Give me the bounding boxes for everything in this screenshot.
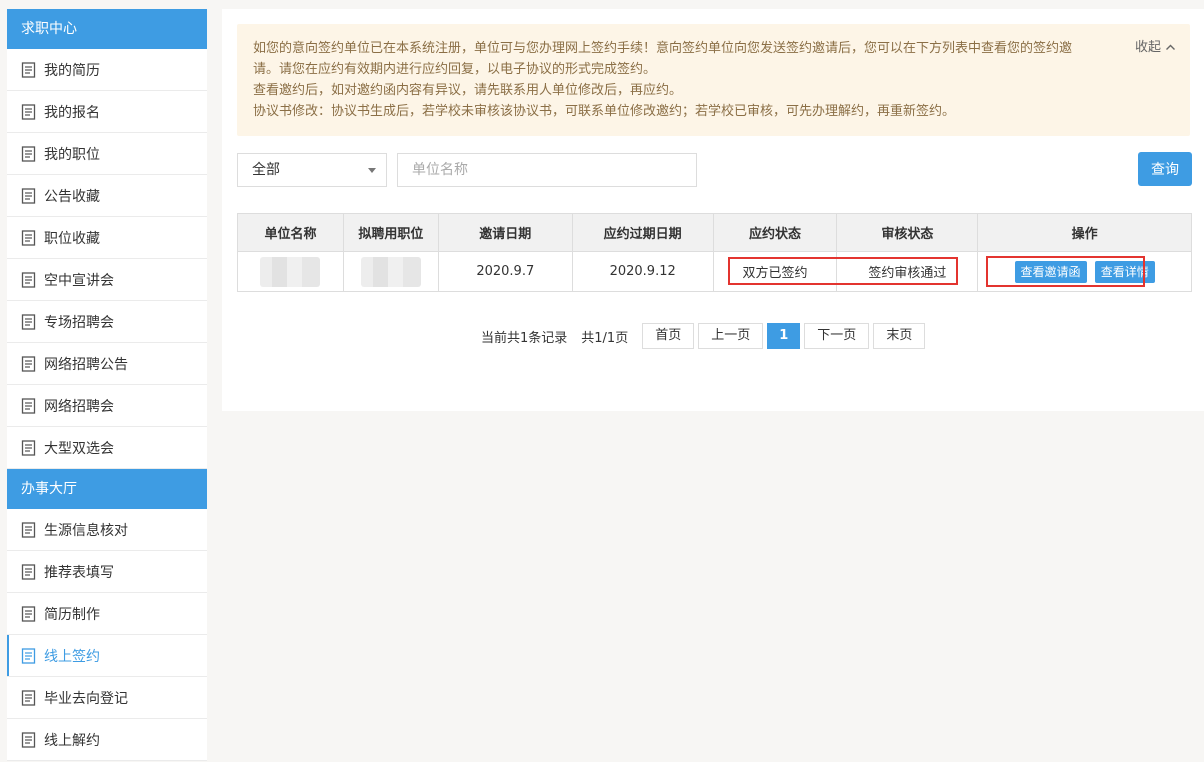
col-header-position: 拟聘用职位	[342, 213, 439, 252]
cell-actions: 查看邀请函 查看详情	[977, 251, 1192, 292]
document-icon	[21, 689, 36, 706]
document-icon	[21, 229, 36, 246]
col-header-company: 单位名称	[237, 213, 344, 252]
sidebar-item-section2-1[interactable]: 推荐表填写	[7, 551, 207, 593]
chevron-up-icon	[1166, 44, 1175, 50]
cell-reply-status: 双方已签约	[712, 251, 838, 292]
document-icon	[21, 397, 36, 414]
prev-page-button[interactable]: 上一页	[698, 323, 764, 349]
company-name-input[interactable]	[397, 153, 697, 187]
view-invitation-button[interactable]: 查看邀请函	[1014, 260, 1087, 283]
collapse-label: 收起	[1134, 40, 1161, 55]
sidebar-item-label: 我的简历	[44, 62, 100, 79]
cell-audit-status: 签约审核通过	[836, 251, 979, 292]
sidebar-item-section1-4[interactable]: 职位收藏	[7, 217, 207, 259]
sidebar-item-section1-9[interactable]: 大型双选会	[7, 427, 207, 469]
sidebar-item-section1-8[interactable]: 网络招聘会	[7, 385, 207, 427]
sidebar-item-label: 网络招聘公告	[44, 356, 128, 373]
sidebar-item-section1-3[interactable]: 公告收藏	[7, 175, 207, 217]
sidebar-item-section1-0[interactable]: 我的简历	[7, 49, 207, 91]
cell-expire-date: 2020.9.12	[571, 251, 714, 292]
col-header-actions: 操作	[977, 213, 1192, 252]
sidebar-item-label: 简历制作	[44, 606, 100, 623]
view-details-button[interactable]: 查看详情	[1094, 260, 1155, 283]
notice-line-1: 如您的意向签约单位已在本系统注册，单位可与您办理网上签约手续！意向签约单位向您发…	[253, 41, 1073, 77]
cell-company	[237, 251, 344, 292]
section-header-job-center[interactable]: 求职中心	[7, 9, 207, 49]
table-row: 2020.9.7 2020.9.12 双方已签约 签约审核通过 查看邀请函 查看…	[237, 251, 1192, 292]
sidebar-item-label: 网络招聘会	[44, 398, 114, 415]
next-page-button[interactable]: 下一页	[804, 323, 870, 349]
sidebar-item-label: 大型双选会	[44, 440, 114, 457]
sidebar-item-section2-3[interactable]: 线上签约	[7, 635, 207, 677]
col-header-expire-date: 应约过期日期	[571, 213, 714, 252]
status-select[interactable]: 全部	[237, 153, 387, 187]
cell-invite-date: 2020.9.7	[437, 251, 573, 292]
sidebar-item-label: 空中宣讲会	[44, 272, 114, 289]
notice-box: 如您的意向签约单位已在本系统注册，单位可与您办理网上签约手续！意向签约单位向您发…	[237, 24, 1190, 136]
sidebar-item-label: 我的报名	[44, 104, 100, 121]
col-header-audit-status: 审核状态	[836, 213, 979, 252]
sidebar-item-section2-0[interactable]: 生源信息核对	[7, 509, 207, 551]
section-header-service-hall[interactable]: 办事大厅	[7, 469, 207, 509]
first-page-button[interactable]: 首页	[642, 323, 695, 349]
sidebar-item-section2-4[interactable]: 毕业去向登记	[7, 677, 207, 719]
table-header-row: 单位名称 拟聘用职位 邀请日期 应约过期日期 应约状态 审核状态 操作	[237, 213, 1192, 252]
blurred-company-name	[260, 256, 321, 287]
sidebar-item-section1-5[interactable]: 空中宣讲会	[7, 259, 207, 301]
current-page-button[interactable]: 1	[767, 323, 801, 349]
page-count-text: 共1/1页	[581, 330, 629, 346]
sidebar-item-label: 专场招聘会	[44, 314, 114, 331]
cell-position	[342, 251, 439, 292]
document-icon	[21, 103, 36, 120]
document-icon	[21, 271, 36, 288]
document-icon	[21, 187, 36, 204]
query-button[interactable]: 查询	[1138, 152, 1192, 186]
document-icon	[21, 647, 36, 664]
sidebar-item-label: 我的职位	[44, 146, 100, 163]
record-count-text: 当前共1条记录	[481, 330, 568, 346]
notice-line-3: 协议书修改：协议书生成后，若学校未审核该协议书，可联系单位修改邀约；若学校已审核…	[253, 104, 956, 119]
sidebar-item-label: 线上解约	[44, 732, 100, 749]
collapse-toggle[interactable]: 收起	[1135, 37, 1176, 58]
col-header-invite-date: 邀请日期	[437, 213, 573, 252]
document-icon	[21, 563, 36, 580]
sidebar-item-label: 职位收藏	[44, 230, 100, 247]
sidebar-item-section1-7[interactable]: 网络招聘公告	[7, 343, 207, 385]
sidebar-item-label: 公告收藏	[44, 188, 100, 205]
document-icon	[21, 439, 36, 456]
document-icon	[21, 731, 36, 748]
pagination: 当前共1条记录 共1/1页 首页 上一页 1 下一页 末页	[481, 323, 929, 349]
document-icon	[21, 605, 36, 622]
invitation-table: 单位名称 拟聘用职位 邀请日期 应约过期日期 应约状态 审核状态 操作 2020…	[237, 213, 1192, 292]
blurred-position-name	[360, 256, 421, 287]
sidebar-item-label: 线上签约	[44, 648, 100, 665]
document-icon	[21, 521, 36, 538]
col-header-reply-status: 应约状态	[712, 213, 838, 252]
notice-line-2: 查看邀约后，如对邀约函内容有异议，请先联系用人单位修改后，再应约。	[253, 83, 683, 98]
main-panel: 如您的意向签约单位已在本系统注册，单位可与您办理网上签约手续！意向签约单位向您发…	[222, 9, 1204, 411]
document-icon	[21, 61, 36, 78]
sidebar-item-label: 生源信息核对	[44, 522, 128, 539]
sidebar-item-section2-2[interactable]: 简历制作	[7, 593, 207, 635]
sidebar-item-section1-6[interactable]: 专场招聘会	[7, 301, 207, 343]
sidebar-item-section1-2[interactable]: 我的职位	[7, 133, 207, 175]
sidebar-item-section1-1[interactable]: 我的报名	[7, 91, 207, 133]
document-icon	[21, 145, 36, 162]
sidebar: 求职中心 我的简历我的报名我的职位公告收藏职位收藏空中宣讲会专场招聘会网络招聘公…	[7, 9, 207, 761]
caret-down-icon	[368, 168, 376, 173]
sidebar-item-label: 推荐表填写	[44, 564, 114, 581]
status-select-value: 全部	[252, 162, 280, 178]
sidebar-item-section2-5[interactable]: 线上解约	[7, 719, 207, 761]
sidebar-item-label: 毕业去向登记	[44, 690, 128, 707]
document-icon	[21, 355, 36, 372]
document-icon	[21, 313, 36, 330]
last-page-button[interactable]: 末页	[873, 323, 926, 349]
